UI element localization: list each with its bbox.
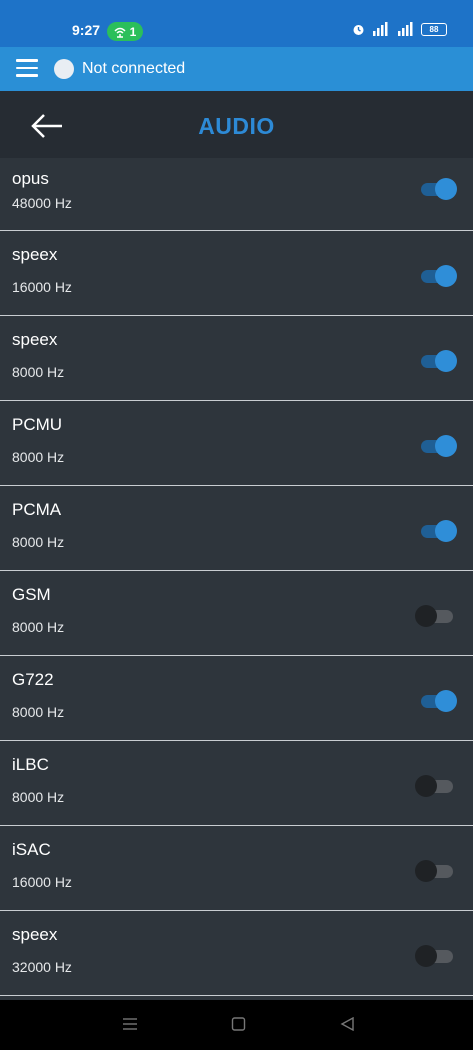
codec-sample-rate: 8000 Hz	[12, 619, 65, 635]
codec-name: G722	[12, 670, 54, 689]
app-bar: Not connected	[0, 47, 473, 91]
codec-sample-rate: 8000 Hz	[12, 789, 65, 805]
codec-toggle[interactable]	[415, 690, 457, 712]
codec-toggle[interactable]	[415, 605, 457, 627]
signal-icon-sim1	[373, 22, 388, 36]
list-item[interactable]: PCMA 8000 Hz	[0, 486, 473, 571]
back-icon[interactable]	[340, 1017, 356, 1031]
list-item[interactable]: speex 8000 Hz	[0, 316, 473, 401]
system-nav-bar	[0, 1000, 473, 1050]
list-item[interactable]: iLBC 8000 Hz	[0, 741, 473, 826]
menu-icon[interactable]	[16, 59, 38, 79]
codec-toggle[interactable]	[415, 435, 457, 457]
codec-toggle[interactable]	[415, 775, 457, 797]
codec-toggle[interactable]	[415, 178, 457, 200]
codec-sample-rate: 16000 Hz	[12, 874, 72, 890]
codec-name: opus	[12, 169, 49, 188]
codec-name: speex	[12, 925, 58, 944]
list-item[interactable]: G722 8000 Hz	[0, 656, 473, 741]
codec-toggle[interactable]	[415, 860, 457, 882]
codec-sample-rate: 48000 Hz	[12, 195, 72, 211]
codec-list: opus 48000 Hz speex 16000 Hz speex 8000 …	[0, 158, 473, 1000]
codec-name: iLBC	[12, 755, 49, 774]
codec-sample-rate: 8000 Hz	[12, 704, 65, 720]
status-bar: 9:27 1 88	[0, 0, 473, 47]
codec-sample-rate: 8000 Hz	[12, 534, 65, 550]
codec-sample-rate: 8000 Hz	[12, 364, 65, 380]
list-item[interactable]: opus 48000 Hz	[0, 158, 473, 231]
list-item[interactable]: speex 16000 Hz	[0, 231, 473, 316]
signal-icon-sim2	[398, 22, 413, 36]
codec-toggle[interactable]	[415, 945, 457, 967]
codec-sample-rate: 8000 Hz	[12, 449, 65, 465]
codec-sample-rate: 16000 Hz	[12, 279, 72, 295]
list-item[interactable]: GSM 8000 Hz	[0, 571, 473, 656]
codec-sample-rate: 32000 Hz	[12, 959, 72, 975]
codec-name: PCMU	[12, 415, 63, 434]
hotspot-icon	[114, 27, 126, 38]
codec-name: speex	[12, 330, 58, 349]
alarm-icon	[353, 24, 364, 35]
codec-name: speex	[12, 245, 58, 264]
status-icons: 88	[352, 22, 447, 36]
hotspot-indicator: 1	[107, 22, 143, 41]
codec-toggle[interactable]	[415, 520, 457, 542]
page-title: AUDIO	[198, 113, 275, 139]
connection-status-text: Not connected	[82, 60, 186, 77]
recent-apps-icon[interactable]	[122, 1017, 138, 1031]
connection-status-indicator	[54, 59, 74, 79]
list-item[interactable]: iSAC 16000 Hz	[0, 826, 473, 911]
list-item[interactable]: speex 32000 Hz	[0, 911, 473, 996]
list-item[interactable]: PCMU 8000 Hz	[0, 401, 473, 486]
codec-toggle[interactable]	[415, 350, 457, 372]
battery-icon: 88	[421, 22, 447, 36]
home-icon[interactable]	[231, 1017, 247, 1031]
codec-toggle[interactable]	[415, 265, 457, 287]
title-bar: AUDIO	[0, 91, 473, 158]
hotspot-count: 1	[129, 24, 137, 39]
status-time: 9:27	[72, 22, 101, 38]
codec-name: PCMA	[12, 500, 62, 519]
codec-name: GSM	[12, 585, 51, 604]
codec-name: iSAC	[12, 840, 51, 859]
